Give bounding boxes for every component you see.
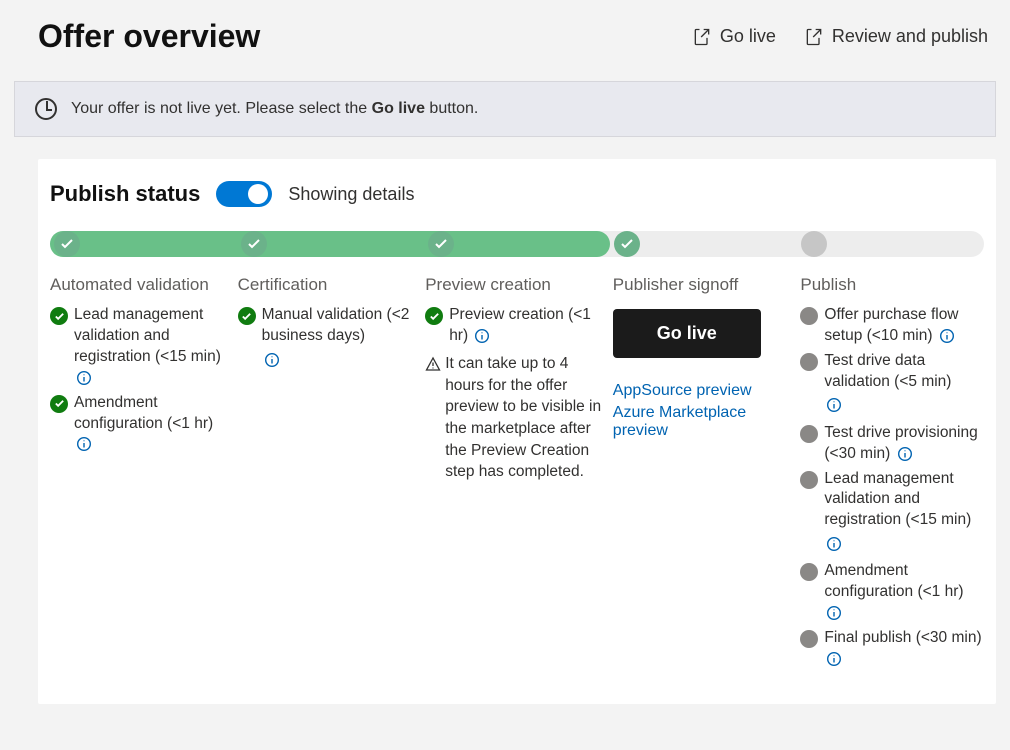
go-live-button[interactable]: Go live <box>613 309 761 358</box>
step-test-drive-validation: Test drive data validation (<5 min) <box>800 351 984 393</box>
check-icon <box>50 395 68 413</box>
pending-dot-icon <box>800 471 818 489</box>
stage-node-signoff <box>614 231 640 257</box>
cert-info <box>262 351 422 369</box>
info-icon[interactable] <box>826 536 842 552</box>
header-actions: Go live Review and publish <box>692 26 988 47</box>
details-toggle-label: Showing details <box>288 184 414 205</box>
pending-dot-icon <box>800 307 818 325</box>
go-live-header-label: Go live <box>720 26 776 47</box>
details-toggle[interactable] <box>216 181 272 207</box>
appsource-preview-link[interactable]: AppSource preview <box>613 382 797 400</box>
stage-publish: Publish Offer purchase flow setup (<10 m… <box>800 269 984 674</box>
step-test-drive-provisioning: Test drive provisioning (<30 min) <box>800 423 984 465</box>
stage-node-preview <box>428 231 454 257</box>
info-icon[interactable] <box>826 397 842 413</box>
stage-publisher-signoff: Publisher signoff Go live AppSource prev… <box>613 269 797 674</box>
publish-icon <box>804 27 824 47</box>
publish-status-title: Publish status <box>50 181 200 207</box>
step-lead-mgmt: Lead management validation and registrat… <box>50 305 234 389</box>
step-pub-amendment: Amendment configuration (<1 hr) <box>800 561 984 624</box>
info-icon[interactable] <box>264 352 280 368</box>
info-icon[interactable] <box>939 328 955 344</box>
info-icon[interactable] <box>826 651 842 667</box>
pending-dot-icon <box>800 630 818 648</box>
info-banner-text: Your offer is not live yet. Please selec… <box>71 100 478 118</box>
stage-automated-validation: Automated validation Lead management val… <box>50 269 234 674</box>
status-header: Publish status Showing details <box>50 181 984 207</box>
stage-title: Preview creation <box>425 275 609 295</box>
step-preview-creation: Preview creation (<1 hr) <box>425 305 609 347</box>
publish-icon <box>692 27 712 47</box>
stage-node-publish <box>801 231 827 257</box>
page-title: Offer overview <box>38 18 260 55</box>
pending-dot-icon <box>800 425 818 443</box>
info-icon[interactable] <box>474 328 490 344</box>
warning-icon <box>425 356 441 372</box>
step-pub-lead-mgmt: Lead management validation and registrat… <box>800 469 984 532</box>
pending-dot-icon <box>800 563 818 581</box>
check-icon <box>425 307 443 325</box>
step-offer-purchase: Offer purchase flow setup (<10 min) <box>800 305 984 347</box>
stage-title: Publisher signoff <box>613 275 797 295</box>
check-icon <box>50 307 68 325</box>
step-manual-validation: Manual validation (<2 business days) <box>238 305 422 347</box>
check-icon <box>238 307 256 325</box>
info-icon[interactable] <box>76 436 92 452</box>
info-banner: Your offer is not live yet. Please selec… <box>14 81 996 137</box>
stage-title: Certification <box>238 275 422 295</box>
info-icon[interactable] <box>897 446 913 462</box>
info-icon[interactable] <box>76 370 92 386</box>
stage-title: Automated validation <box>50 275 234 295</box>
go-live-header-button[interactable]: Go live <box>692 26 776 47</box>
stage-node-certification <box>241 231 267 257</box>
azure-marketplace-preview-link[interactable]: Azure Marketplace preview <box>613 404 797 440</box>
pending-dot-icon <box>800 353 818 371</box>
publish-status-card: Publish status Showing details Automated… <box>38 159 996 704</box>
stage-node-automated <box>54 231 80 257</box>
clock-icon <box>35 98 57 120</box>
page-header: Offer overview Go live Review and publis… <box>0 0 1010 81</box>
review-and-publish-button[interactable]: Review and publish <box>804 26 988 47</box>
step-amendment: Amendment configuration (<1 hr) <box>50 393 234 456</box>
step-final-publish: Final publish (<30 min) <box>800 628 984 670</box>
stage-columns: Automated validation Lead management val… <box>50 269 984 674</box>
stage-certification: Certification Manual validation (<2 busi… <box>238 269 422 674</box>
info-icon[interactable] <box>826 605 842 621</box>
preview-warning: It can take up to 4 hours for the offer … <box>425 353 609 483</box>
progress-nodes <box>50 229 984 259</box>
stage-preview-creation: Preview creation Preview creation (<1 hr… <box>425 269 609 674</box>
stage-title: Publish <box>800 275 984 295</box>
review-publish-label: Review and publish <box>832 26 988 47</box>
progress-track <box>50 229 984 259</box>
